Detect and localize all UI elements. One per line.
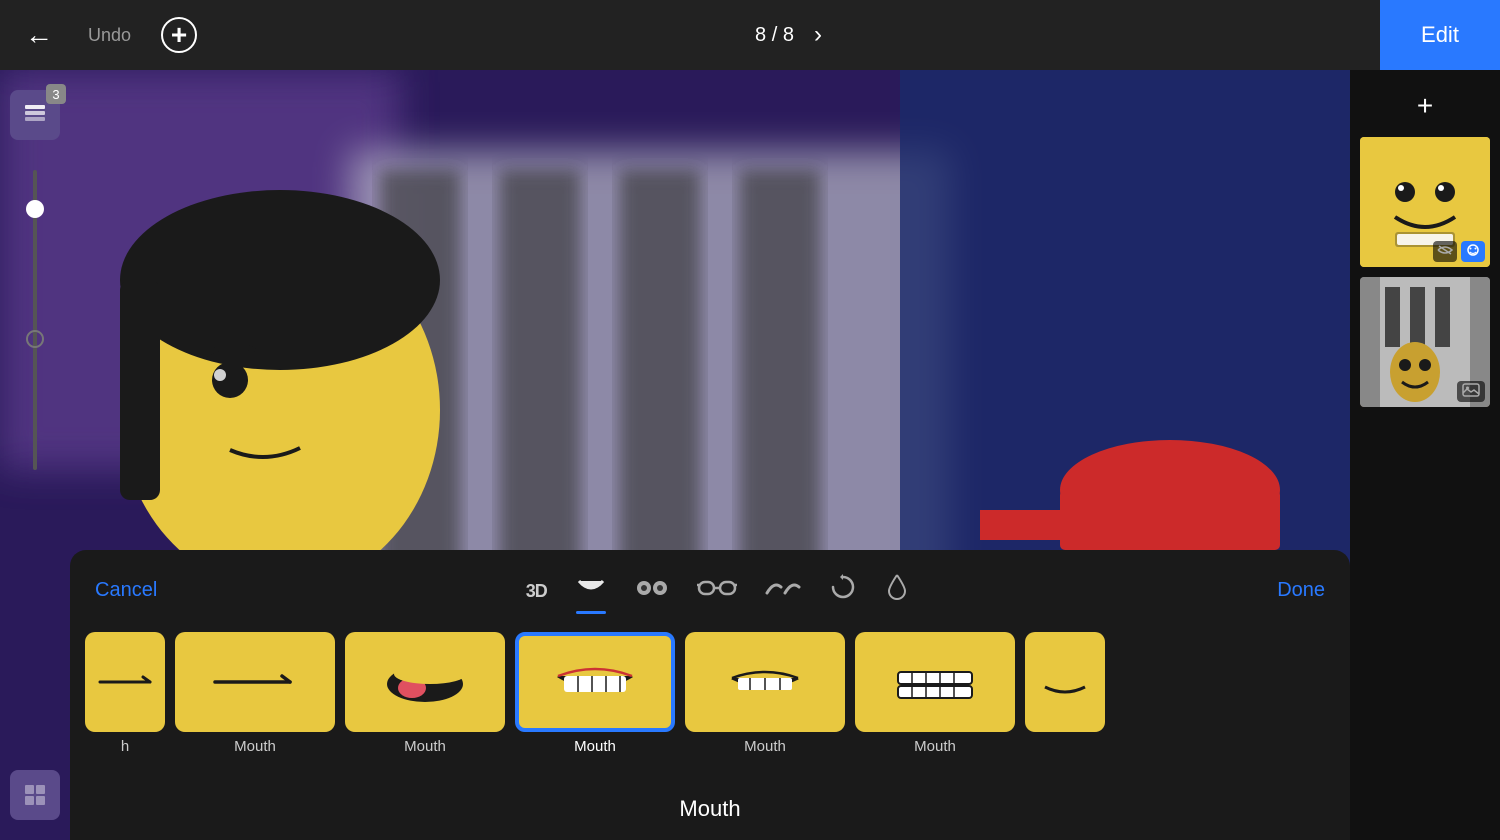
mouth-tile-partial[interactable] [85, 632, 165, 732]
picker-glasses-button[interactable] [692, 572, 742, 608]
drop-icon [885, 573, 909, 601]
mouth-label-6: Mouth [914, 738, 956, 755]
undo-button[interactable]: Undo [88, 25, 131, 46]
face-detect-icon [1461, 241, 1485, 262]
thumbnail-2[interactable] [1360, 277, 1490, 407]
next-page-button[interactable]: › [814, 21, 822, 49]
mouth-item-partial-left: h [85, 632, 165, 755]
mouth-label-2: Mouth [234, 738, 276, 755]
picker-3d-button[interactable]: 3D [521, 572, 552, 608]
mouth-tile-6[interactable] [855, 632, 1015, 732]
mouth-label-4: Mouth [574, 738, 616, 755]
mouth-shape-2 [210, 662, 300, 702]
toolbar-left: ← Undo + [0, 14, 197, 56]
mouth-items-list: h Mouth Mouth [70, 622, 1350, 796]
bottom-panel: Cancel 3D [70, 550, 1350, 840]
mouth-item-partial-right [1025, 632, 1105, 732]
grid-icon-button[interactable] [10, 770, 60, 820]
mouth-tile-2[interactable] [175, 632, 335, 732]
mouth-shape-6 [890, 662, 980, 702]
slider-container [33, 160, 37, 750]
mouth-label-partial: h [121, 738, 129, 755]
right-panel: + [1350, 70, 1500, 840]
rotate-icon [829, 573, 857, 601]
layers-count: 3 [46, 84, 66, 104]
add-circle-button[interactable]: + [161, 17, 197, 53]
page-counter: 8 / 8 [755, 24, 794, 47]
glasses-icon [697, 579, 737, 597]
picker-eyes-button[interactable] [630, 572, 674, 608]
picker-mouth-button[interactable] [570, 572, 612, 608]
picker-rotate-button[interactable] [824, 568, 862, 612]
mouth-label-3: Mouth [404, 738, 446, 755]
edit-button[interactable]: Edit [1380, 0, 1500, 70]
mouth-shape-5 [720, 662, 810, 702]
mouth-label-5: Mouth [744, 738, 786, 755]
mouth-tile-partial-right[interactable] [1025, 632, 1105, 732]
mouth-shape-4 [550, 662, 640, 702]
done-button[interactable]: Done [1277, 579, 1325, 602]
3d-icon: 3D [526, 581, 547, 601]
eyebrows-icon [765, 579, 801, 597]
picker-toolbar: Cancel 3D [70, 550, 1350, 622]
image-icon [1457, 381, 1485, 402]
thumbnail-1[interactable] [1360, 137, 1490, 267]
toolbar-right: Edit [1380, 0, 1500, 70]
hide-icon [1433, 241, 1457, 262]
slider-thumb-bottom[interactable] [26, 330, 44, 348]
toolbar-center: 8 / 8 › [755, 21, 822, 49]
slider-track[interactable] [33, 170, 37, 470]
mouth-item-5: Mouth [685, 632, 845, 755]
mouth-shape-partial [95, 667, 155, 697]
mouth-shape-3 [380, 662, 470, 702]
toolbar: ← Undo + 8 / 8 › Edit [0, 0, 1500, 70]
back-button[interactable]: ← [20, 14, 58, 56]
picker-icons: 3D [521, 568, 914, 612]
layers-badge[interactable]: 3 [10, 90, 60, 140]
eyes-icon [635, 579, 669, 597]
mouth-item-2: Mouth [175, 632, 335, 755]
picker-eyebrows-button[interactable] [760, 572, 806, 608]
mouth-item-6: Mouth [855, 632, 1015, 755]
cancel-button[interactable]: Cancel [95, 579, 157, 602]
add-item-button[interactable]: + [1412, 85, 1438, 127]
mouth-item-4-selected: Mouth [515, 632, 675, 755]
selected-mouth-title: Mouth [70, 796, 1350, 840]
mouth-tile-4[interactable] [515, 632, 675, 732]
mouth-tile-3[interactable] [345, 632, 505, 732]
layers-icon [22, 99, 48, 131]
mouth-shape-partial-right [1040, 667, 1090, 697]
picker-opacity-button[interactable] [880, 568, 914, 612]
mouth-item-3: Mouth [345, 632, 505, 755]
left-sidebar: 3 [0, 70, 70, 840]
slider-thumb-top[interactable] [26, 200, 44, 218]
mouth-icon [575, 577, 607, 597]
thumbnail-1-icons [1433, 241, 1485, 262]
mouth-tile-5[interactable] [685, 632, 845, 732]
